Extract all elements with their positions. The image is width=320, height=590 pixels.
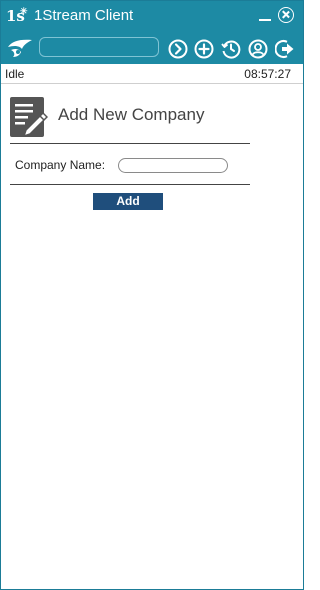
app-window: 1s ✳ 1Stream Client Idle 08:57:27 Add Ne… bbox=[0, 0, 304, 590]
company-name-label: Company Name: bbox=[15, 158, 106, 172]
add-button-toolbar[interactable] bbox=[194, 39, 214, 59]
status-bar: Idle 08:57:27 bbox=[1, 64, 303, 84]
logo-spark-icon: ✳ bbox=[20, 7, 28, 17]
divider-top bbox=[10, 143, 250, 144]
title-bar: 1s ✳ 1Stream Client bbox=[1, 1, 303, 31]
close-button[interactable] bbox=[278, 7, 294, 23]
history-button[interactable] bbox=[221, 39, 241, 59]
app-logo: 1s ✳ bbox=[6, 6, 30, 26]
add-company-button[interactable]: Add bbox=[93, 193, 163, 210]
status-text: Idle bbox=[5, 67, 25, 81]
logout-button[interactable] bbox=[275, 39, 295, 59]
plus-circle-icon bbox=[194, 39, 214, 59]
brand-bird-icon[interactable] bbox=[6, 37, 34, 59]
page-title: Add New Company bbox=[58, 105, 205, 124]
profile-button[interactable] bbox=[248, 39, 268, 59]
forward-button[interactable] bbox=[168, 39, 188, 59]
logout-icon bbox=[275, 40, 294, 58]
window-title: 1Stream Client bbox=[34, 7, 134, 24]
user-circle-icon bbox=[248, 39, 268, 59]
chevron-right-circle-icon bbox=[168, 39, 188, 59]
toolbar bbox=[1, 31, 303, 64]
status-clock: 08:57:27 bbox=[244, 67, 291, 81]
minimize-button[interactable] bbox=[258, 5, 272, 23]
history-icon bbox=[221, 40, 241, 59]
divider-bottom bbox=[10, 184, 250, 185]
search-input[interactable] bbox=[39, 37, 159, 57]
edit-document-icon bbox=[10, 97, 49, 138]
company-name-input[interactable] bbox=[118, 158, 228, 173]
